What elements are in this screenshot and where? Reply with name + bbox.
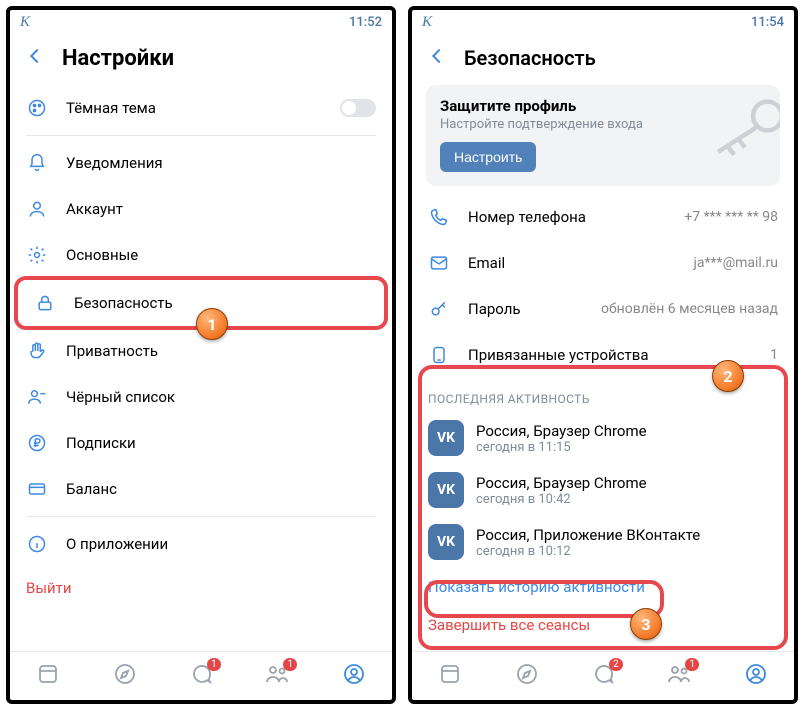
palette-icon <box>26 97 48 119</box>
nav-badge: 2 <box>609 658 623 671</box>
setting-balance[interactable]: Баланс <box>10 466 392 512</box>
setting-subscriptions[interactable]: Подписки <box>10 420 392 466</box>
lock-icon <box>34 292 56 314</box>
setting-label: Баланс <box>66 480 117 498</box>
row-label: Номер телефона <box>468 208 586 226</box>
session-title: Россия, Приложение ВКонтакте <box>476 526 700 544</box>
setting-label: Приватность <box>66 342 158 360</box>
setting-label: О приложении <box>66 535 168 553</box>
setting-label: Уведомления <box>66 154 163 172</box>
setting-general[interactable]: Основные <box>10 232 392 278</box>
row-value: ja***@mail.ru <box>694 255 778 271</box>
row-label: Пароль <box>468 300 521 318</box>
nav-badge: 1 <box>685 658 699 671</box>
row-label: Привязанные устройства <box>468 346 649 364</box>
setting-label: Основные <box>66 246 138 264</box>
callout-2: 2 <box>712 360 744 392</box>
phone-icon <box>428 206 450 228</box>
settings-list: Тёмная тема Уведомления Аккаунт Основные… <box>10 85 392 651</box>
nav-profile-icon[interactable] <box>744 662 768 690</box>
session-row[interactable]: VK Россия, Приложение ВКонтакте сегодня … <box>412 516 794 568</box>
hand-icon <box>26 340 48 362</box>
vk-icon: VK <box>428 420 464 456</box>
setting-label: Тёмная тема <box>66 99 156 117</box>
setting-label: Подписки <box>66 434 136 452</box>
nav-feed-icon[interactable] <box>36 662 60 690</box>
setting-label: Безопасность <box>74 294 173 312</box>
setting-blocklist[interactable]: Чёрный список <box>10 374 392 420</box>
vk-icon: VK <box>428 472 464 508</box>
user-remove-icon <box>26 386 48 408</box>
session-row[interactable]: VK Россия, Браузер Chrome сегодня в 10:4… <box>412 464 794 516</box>
setting-label: Аккаунт <box>66 200 123 218</box>
page-title: Настройки <box>62 46 174 71</box>
page-title: Безопасность <box>464 46 596 70</box>
key-icon <box>428 298 450 320</box>
card-icon <box>26 478 48 500</box>
callout-1: 1 <box>196 308 228 340</box>
session-title: Россия, Браузер Chrome <box>476 422 647 440</box>
end-sessions-link[interactable]: Завершить все сеансы <box>412 606 794 644</box>
status-bar: K 11:54 <box>412 10 794 35</box>
nav-profile-icon[interactable] <box>342 662 366 690</box>
session-time: сегодня в 10:12 <box>476 544 700 559</box>
nav-messages-icon[interactable]: 1 <box>189 662 213 690</box>
callout-3: 3 <box>630 608 662 640</box>
row-value: 1 <box>770 347 778 363</box>
status-time: 11:54 <box>751 15 784 30</box>
nav-messages-icon[interactable]: 2 <box>591 662 615 690</box>
status-app: K <box>20 14 30 31</box>
row-email[interactable]: Email ja***@mail.ru <box>412 240 794 286</box>
session-row[interactable]: VK Россия, Браузер Chrome сегодня в 11:1… <box>412 412 794 464</box>
setting-account[interactable]: Аккаунт <box>10 186 392 232</box>
nav-discover-icon[interactable] <box>113 662 137 690</box>
mail-icon <box>428 252 450 274</box>
row-label: Email <box>468 254 505 272</box>
setting-label: Чёрный список <box>66 388 175 406</box>
nav-discover-icon[interactable] <box>515 662 539 690</box>
show-history-link[interactable]: Показать историю активности <box>412 568 794 606</box>
row-password[interactable]: Пароль обновлён 6 месяцев назад <box>412 286 794 332</box>
setting-notifications[interactable]: Уведомления <box>10 140 392 186</box>
status-time: 11:52 <box>349 15 382 30</box>
ruble-icon <box>26 432 48 454</box>
devices-icon <box>428 344 450 366</box>
user-icon <box>26 198 48 220</box>
divider <box>26 516 376 517</box>
session-time: сегодня в 10:42 <box>476 492 647 507</box>
row-value: обновлён 6 месяцев назад <box>601 301 778 317</box>
session-title: Россия, Браузер Chrome <box>476 474 647 492</box>
theme-toggle[interactable] <box>340 99 376 117</box>
bottom-nav: 2 1 <box>412 651 794 700</box>
row-phone[interactable]: Номер телефона +7 *** *** ** 98 <box>412 194 794 240</box>
session-time: сегодня в 11:15 <box>476 440 647 455</box>
setting-about[interactable]: О приложении <box>10 521 392 567</box>
header: Настройки <box>10 35 392 85</box>
settings-screen: K 11:52 Настройки Тёмная тема Уведомлени… <box>6 6 396 704</box>
key-icon <box>700 90 780 164</box>
back-icon[interactable] <box>426 45 448 71</box>
row-value: +7 *** *** ** 98 <box>684 209 778 225</box>
gear-icon <box>26 244 48 266</box>
logout-button[interactable]: Выйти <box>10 567 392 609</box>
bottom-nav: 1 1 <box>10 651 392 700</box>
nav-feed-icon[interactable] <box>438 662 462 690</box>
protect-card: Защитите профиль Настройте подтверждение… <box>426 85 780 186</box>
setting-dark-theme[interactable]: Тёмная тема <box>10 85 392 131</box>
nav-badge: 1 <box>207 658 221 671</box>
protect-button[interactable]: Настроить <box>440 142 536 172</box>
bell-icon <box>26 152 48 174</box>
header: Безопасность <box>412 35 794 85</box>
vk-icon: VK <box>428 524 464 560</box>
nav-friends-icon[interactable]: 1 <box>265 662 289 690</box>
nav-friends-icon[interactable]: 1 <box>667 662 691 690</box>
status-bar: K 11:52 <box>10 10 392 35</box>
back-icon[interactable] <box>24 45 46 71</box>
security-screen: K 11:54 Безопасность Защитите профиль На… <box>408 6 798 704</box>
info-icon <box>26 533 48 555</box>
status-app: K <box>422 14 432 31</box>
nav-badge: 1 <box>283 658 297 671</box>
divider <box>26 135 376 136</box>
